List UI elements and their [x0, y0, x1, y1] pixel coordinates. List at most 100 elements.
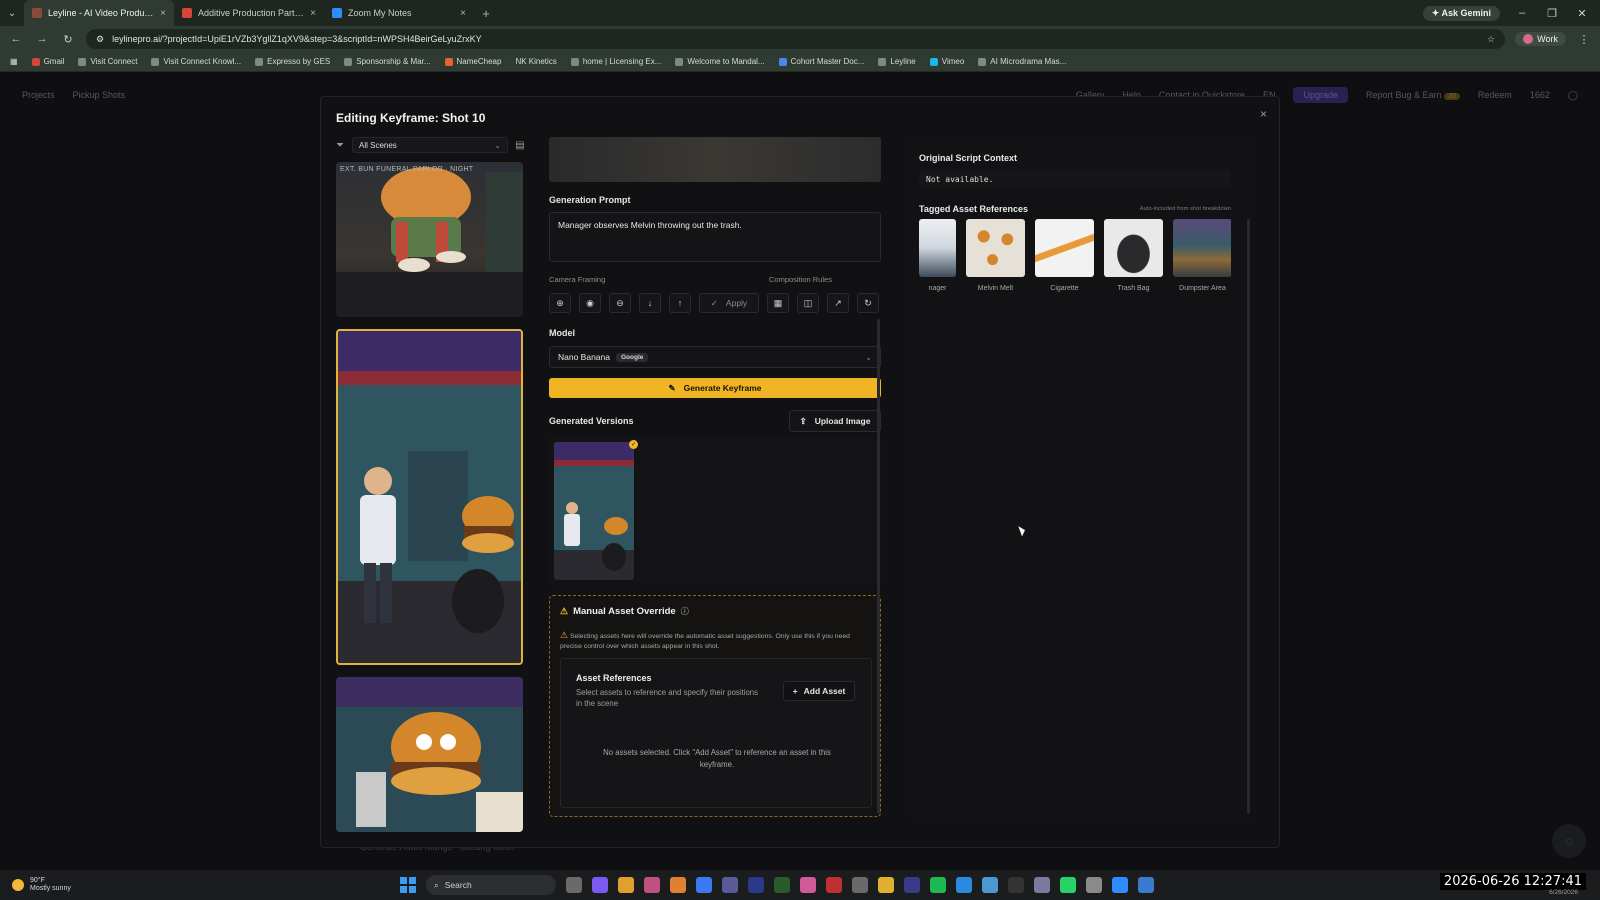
zoom-icon[interactable] [1112, 877, 1128, 893]
tab-gmail[interactable]: Additive Production Partner - × [174, 0, 324, 26]
trend-line-icon[interactable]: ↗ [827, 293, 849, 313]
word-icon[interactable] [696, 877, 712, 893]
camera-icon[interactable]: ◉ [579, 293, 601, 313]
upload-image-button[interactable]: ⇪ Upload Image [789, 410, 881, 432]
shot-thumbnail-selected[interactable] [336, 329, 523, 665]
app-icon[interactable] [800, 877, 816, 893]
spotify-icon[interactable] [930, 877, 946, 893]
close-icon[interactable]: × [1260, 107, 1267, 121]
tagged-asset-card[interactable]: nager [919, 219, 956, 294]
bookmark-item[interactable]: AI Microdrama Mas... [978, 57, 1066, 66]
app-icon[interactable] [722, 877, 738, 893]
task-view-icon[interactable] [566, 877, 582, 893]
shot-thumbnail[interactable] [336, 677, 523, 832]
add-asset-button[interactable]: + Add Asset [783, 681, 855, 701]
help-icon[interactable]: ⓘ [681, 606, 689, 617]
bookmark-item[interactable]: Sponsorship & Mar... [344, 57, 431, 66]
outlook-icon[interactable] [956, 877, 972, 893]
bookmark-star-icon[interactable]: ☆ [1487, 34, 1495, 45]
close-tab-icon[interactable]: × [460, 8, 466, 19]
bookmark-item[interactable]: Expresso by GES [255, 57, 330, 66]
app-icon[interactable] [826, 877, 842, 893]
report-bug-button[interactable]: Report Bug & Earn 20 [1366, 90, 1460, 100]
bookmark-item[interactable]: home | Licensing Ex... [570, 57, 661, 66]
nav-pickup-shots[interactable]: Pickup Shots [73, 90, 126, 100]
context-scrollbar[interactable] [1247, 219, 1250, 814]
tagged-asset-card[interactable]: Dumpster Area [1173, 219, 1231, 294]
refresh-icon[interactable]: ↻ [857, 293, 879, 313]
reload-icon[interactable]: ↻ [60, 33, 76, 46]
settings-icon[interactable] [1086, 877, 1102, 893]
layout-toggle-icon[interactable]: ▤ [514, 140, 526, 151]
tab-search-icon[interactable]: ⌄ [0, 0, 24, 26]
weather-widget[interactable]: 90°F Mostly sunny [0, 877, 400, 894]
app-icon[interactable] [852, 877, 868, 893]
new-tab-button[interactable]: + [474, 6, 498, 21]
scene-filter-select[interactable]: All Scenes ⌄ [352, 137, 508, 153]
split-frame-icon[interactable]: ◫ [797, 293, 819, 313]
bookmark-item[interactable]: Visit Connect [78, 57, 137, 66]
generated-version-thumbnail[interactable] [554, 442, 634, 580]
url-field[interactable]: ⚙ leylinepro.ai/?projectId=UpiE1rVZb3Ygl… [86, 29, 1506, 49]
bookmark-item[interactable]: Gmail [31, 57, 64, 66]
generation-prompt-input[interactable]: Manager observes Melvin throwing out the… [549, 212, 881, 262]
tab-zoom[interactable]: Zoom My Notes × [324, 0, 474, 26]
tagged-asset-card[interactable]: Cigarette [1035, 219, 1094, 294]
tagged-asset-card[interactable]: Melvin Melt [966, 219, 1025, 294]
editor-scrollbar[interactable] [877, 319, 880, 814]
app-icon[interactable] [1008, 877, 1024, 893]
user-icon[interactable]: ◯ [1568, 90, 1578, 101]
bookmark-item[interactable]: Vimeo [929, 57, 964, 66]
file-explorer-icon[interactable] [878, 877, 894, 893]
model-select[interactable]: Nano Banana Google ⌄ [549, 346, 881, 368]
minimize-icon[interactable]: – [1514, 7, 1530, 19]
shot-thumbnail[interactable]: EXT. BUN FUNERAL PARLOR · NIGHT [336, 162, 523, 317]
nav-redeem[interactable]: Redeem [1478, 90, 1512, 100]
bookmark-item[interactable]: Cohort Master Doc... [778, 57, 864, 66]
close-tab-icon[interactable]: × [310, 8, 316, 19]
address-bar-row: ← → ↻ ⚙ leylinepro.ai/?projectId=UpiE1rV… [0, 26, 1600, 52]
site-info-icon[interactable]: ⚙ [96, 34, 104, 45]
tilt-up-icon[interactable]: ↑ [669, 293, 691, 313]
tab-leyline[interactable]: Leyline - AI Video Production P × [24, 0, 174, 26]
apps-grid-icon[interactable]: ▦ [10, 57, 18, 66]
copilot-icon[interactable] [592, 877, 608, 893]
chrome-icon[interactable] [618, 877, 634, 893]
magic-wand-icon: ✎ [668, 382, 676, 393]
taskbar-search[interactable]: ⌕ Search [426, 875, 556, 895]
back-icon[interactable]: ← [8, 33, 24, 45]
upgrade-button[interactable]: Upgrade [1293, 87, 1348, 103]
app-icon[interactable] [774, 877, 790, 893]
grid-icon[interactable]: ▦ [767, 293, 789, 313]
bookmark-item[interactable]: NK Kinetics [515, 57, 556, 66]
profile-button[interactable]: Work [1515, 32, 1566, 46]
bookmark-item[interactable]: Leyline [878, 57, 916, 66]
generate-keyframe-button[interactable]: ✎ Generate Keyframe [549, 378, 881, 398]
chat-icon[interactable]: ◌ [1552, 824, 1586, 858]
bookmark-item[interactable]: NameCheap [444, 57, 501, 66]
app-icon[interactable] [1034, 877, 1050, 893]
notepad-icon[interactable] [1138, 877, 1154, 893]
filter-icon[interactable]: ⏷ [336, 140, 346, 151]
forward-icon[interactable]: → [34, 33, 50, 45]
zoom-in-icon[interactable]: ⊕ [549, 293, 571, 313]
tilt-down-icon[interactable]: ↓ [639, 293, 661, 313]
tagged-asset-card[interactable]: Trash Bag [1104, 219, 1163, 294]
app-icon[interactable] [670, 877, 686, 893]
close-tab-icon[interactable]: × [160, 8, 166, 19]
apply-button[interactable]: ✓ Apply [699, 293, 759, 313]
windows-start-icon[interactable] [400, 877, 416, 893]
nav-projects[interactable]: Projects [22, 90, 55, 100]
bookmark-item[interactable]: Welcome to Mandal... [675, 57, 765, 66]
restore-icon[interactable]: ❐ [1544, 7, 1560, 20]
chrome-profile-icon[interactable] [644, 877, 660, 893]
close-window-icon[interactable]: ✕ [1574, 7, 1590, 20]
bookmark-item[interactable]: Visit Connect Knowl... [151, 57, 241, 66]
menu-icon[interactable]: ⋮ [1576, 33, 1592, 46]
app-icon[interactable] [904, 877, 920, 893]
whatsapp-icon[interactable] [1060, 877, 1076, 893]
ask-gemini-button[interactable]: ✦ Ask Gemini [1422, 5, 1500, 21]
app-icon[interactable] [982, 877, 998, 893]
photoshop-icon[interactable] [748, 877, 764, 893]
zoom-out-icon[interactable]: ⊖ [609, 293, 631, 313]
